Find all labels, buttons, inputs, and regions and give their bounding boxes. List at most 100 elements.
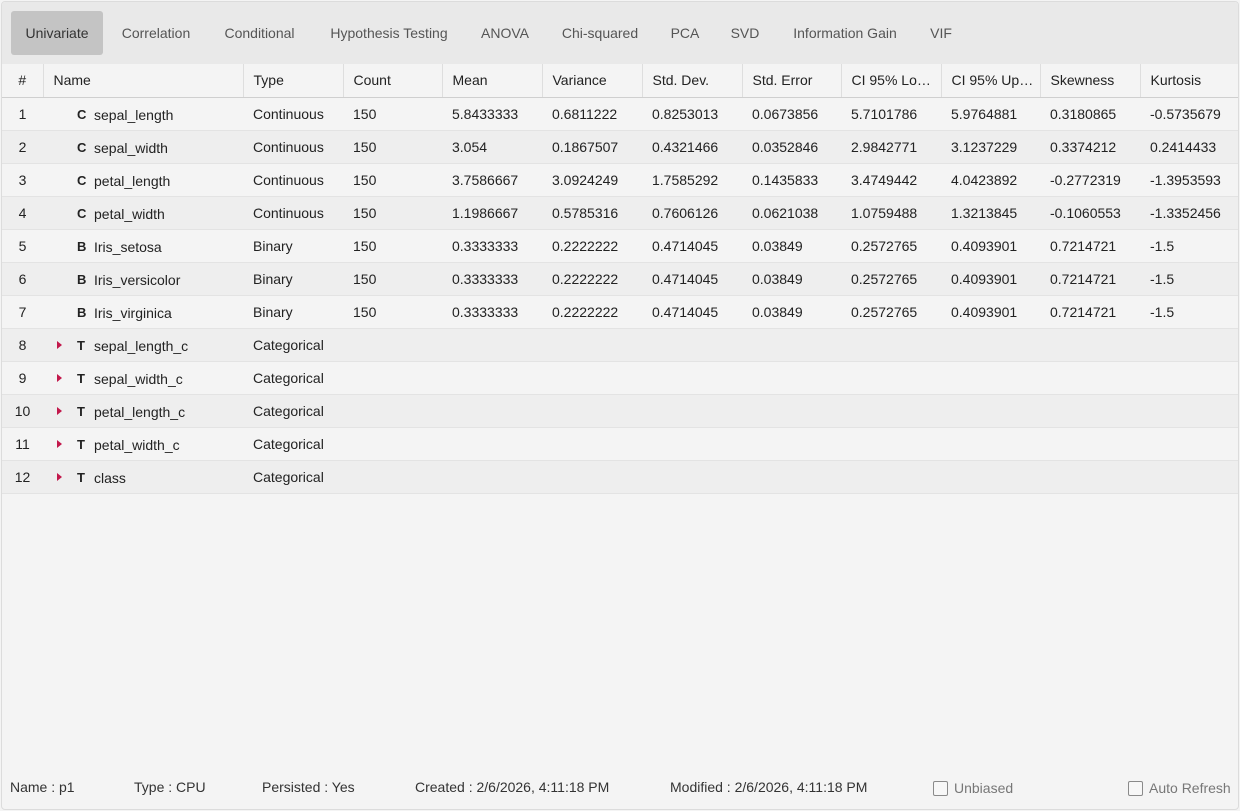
type-code-badge: T bbox=[77, 337, 85, 353]
cell-ci-upper bbox=[941, 361, 1040, 395]
cell-type: Categorical bbox=[243, 427, 343, 461]
cell-variance bbox=[542, 361, 642, 395]
row-index: 1 bbox=[2, 97, 43, 131]
cell-count: 150 bbox=[343, 97, 442, 131]
cell-mean bbox=[442, 394, 542, 428]
col-header-kurtosis[interactable]: Kurtosis bbox=[1140, 64, 1238, 98]
tab-svd[interactable]: SVD bbox=[721, 11, 769, 55]
cell-skewness bbox=[1040, 427, 1140, 461]
table-row[interactable]: 6 B Iris_versicolor Binary 150 0.3333333 0.222… bbox=[2, 262, 1238, 296]
cell-std-dev: 0.4321466 bbox=[642, 130, 742, 164]
col-header-std-error[interactable]: Std. Error bbox=[742, 64, 842, 98]
unbiased-checkbox[interactable] bbox=[933, 781, 948, 796]
col-header-ci-lower[interactable]: CI 95% Lo… bbox=[841, 64, 942, 98]
type-code-badge: B bbox=[77, 304, 87, 320]
tab-chi-squared[interactable]: Chi-squared bbox=[551, 11, 649, 55]
row-name-cell: B Iris_versicolor bbox=[43, 262, 243, 296]
cell-kurtosis: 0.2414433 bbox=[1140, 130, 1238, 164]
cell-ci-lower: 0.2572765 bbox=[841, 229, 941, 263]
cell-variance bbox=[542, 460, 642, 494]
cell-count bbox=[343, 427, 442, 461]
table-row[interactable]: 2 Csepal_width Continuous 150 3.054 0.1867507… bbox=[2, 130, 1238, 164]
cell-std-dev: 1.7585292 bbox=[642, 163, 742, 197]
table-row[interactable]: 4 Cpetal_width Continuous 150 1.1986667 0.578… bbox=[2, 196, 1238, 230]
caret-right-icon[interactable] bbox=[57, 406, 62, 415]
caret-right-icon[interactable] bbox=[57, 340, 62, 349]
cell-ci-upper bbox=[941, 460, 1040, 494]
table-row[interactable]: 9 Tsepal_width_c Categorical bbox=[2, 361, 1238, 395]
tab-bar: Univariate Correlation Conditional Hypot… bbox=[2, 2, 1238, 64]
caret-right-icon[interactable] bbox=[57, 472, 62, 481]
cell-type: Continuous bbox=[243, 97, 343, 131]
col-header-type[interactable]: Type bbox=[243, 64, 344, 98]
col-header-skewness[interactable]: Skewness bbox=[1040, 64, 1141, 98]
cell-skewness bbox=[1040, 328, 1140, 362]
cell-kurtosis: -1.3352456 bbox=[1140, 196, 1238, 230]
tab-hypothesis-testing[interactable]: Hypothesis Testing bbox=[316, 11, 462, 55]
caret-right-icon[interactable] bbox=[57, 373, 62, 382]
auto-refresh-label[interactable]: Auto Refresh bbox=[1149, 780, 1231, 796]
cell-kurtosis bbox=[1140, 328, 1238, 362]
cell-variance: 0.6811222 bbox=[542, 97, 642, 131]
cell-ci-upper: 0.4093901 bbox=[941, 262, 1040, 296]
cell-ci-upper bbox=[941, 394, 1040, 428]
cell-type: Continuous bbox=[243, 130, 343, 164]
tab-anova[interactable]: ANOVA bbox=[472, 11, 538, 55]
tab-univariate[interactable]: Univariate bbox=[11, 11, 103, 55]
variable-name: petal_length_c bbox=[94, 403, 186, 420]
tab-vif[interactable]: VIF bbox=[920, 11, 962, 55]
auto-refresh-checkbox[interactable] bbox=[1128, 781, 1143, 796]
cell-type: Binary bbox=[243, 295, 343, 329]
table-row[interactable]: 1 Csepal_length Continuous 150 5.8433333 0.68… bbox=[2, 97, 1238, 131]
col-header-count[interactable]: Count bbox=[343, 64, 443, 98]
cell-type: Categorical bbox=[243, 361, 343, 395]
cell-mean: 1.1986667 bbox=[442, 196, 542, 230]
status-bar: Name : p1 Type : CPU Persisted : Yes Cre… bbox=[2, 766, 1238, 809]
type-code-badge: B bbox=[77, 238, 87, 254]
cell-skewness: 0.7214721 bbox=[1040, 229, 1140, 263]
row-index: 9 bbox=[2, 361, 43, 395]
table-row[interactable]: 5 B Iris_setosa Binary 150 0.3333333 0.2222222… bbox=[2, 229, 1238, 263]
variable-name: petal_length bbox=[94, 172, 171, 189]
tab-pca[interactable]: PCA bbox=[661, 11, 709, 55]
cell-std-dev: 0.7606126 bbox=[642, 196, 742, 230]
cell-std-dev bbox=[642, 394, 742, 428]
table-row[interactable]: 10 Tpetal_length_c Categorical bbox=[2, 394, 1238, 428]
col-header-variance[interactable]: Variance bbox=[542, 64, 643, 98]
col-header-name[interactable]: Name bbox=[43, 64, 244, 98]
variable-name: sepal_width bbox=[94, 139, 168, 156]
cell-ci-upper: 3.1237229 bbox=[941, 130, 1040, 164]
table-row[interactable]: 11 Tpetal_width_c Categorical bbox=[2, 427, 1238, 461]
cell-kurtosis: -1.5 bbox=[1140, 295, 1238, 329]
cell-count bbox=[343, 361, 442, 395]
col-header-ci-upper[interactable]: CI 95% Up… bbox=[941, 64, 1041, 98]
table-row[interactable]: 7 B Iris_virginica Binary 150 0.3333333 0.2222… bbox=[2, 295, 1238, 329]
col-header-mean[interactable]: Mean bbox=[442, 64, 543, 98]
table-row[interactable]: 12 Tclass Categorical bbox=[2, 460, 1238, 494]
variable-name: Iris_virginica bbox=[94, 304, 172, 321]
cell-ci-lower bbox=[841, 394, 941, 428]
tab-information-gain[interactable]: Information Gain bbox=[779, 11, 911, 55]
tab-conditional[interactable]: Conditional bbox=[212, 11, 307, 55]
row-name-cell: B Iris_virginica bbox=[43, 295, 243, 329]
cell-mean: 0.3333333 bbox=[442, 262, 542, 296]
cell-variance: 0.1867507 bbox=[542, 130, 642, 164]
cell-std-error bbox=[742, 394, 841, 428]
type-code-badge: T bbox=[77, 436, 85, 452]
table-row[interactable]: 8 Tsepal_length_c Categorical bbox=[2, 328, 1238, 362]
row-name-cell: Tpetal_length_c bbox=[43, 394, 243, 428]
cell-type: Continuous bbox=[243, 196, 343, 230]
caret-right-icon[interactable] bbox=[57, 439, 62, 448]
cell-mean bbox=[442, 328, 542, 362]
row-index: 10 bbox=[2, 394, 43, 428]
col-header-index[interactable]: # bbox=[2, 64, 44, 98]
unbiased-label[interactable]: Unbiased bbox=[954, 780, 1013, 796]
tab-correlation[interactable]: Correlation bbox=[110, 11, 202, 55]
cell-variance bbox=[542, 427, 642, 461]
table-row[interactable]: 3 Cpetal_length Continuous 150 3.7586667 3.09… bbox=[2, 163, 1238, 197]
status-modified: Modified : 2/6/2026, 4:11:18 PM bbox=[670, 779, 868, 795]
col-header-std-dev[interactable]: Std. Dev. bbox=[642, 64, 743, 98]
cell-type: Categorical bbox=[243, 328, 343, 362]
cell-std-error: 0.03849 bbox=[742, 229, 841, 263]
table-header: # Name Type Count Mean Variance Std. Dev… bbox=[2, 64, 1238, 98]
